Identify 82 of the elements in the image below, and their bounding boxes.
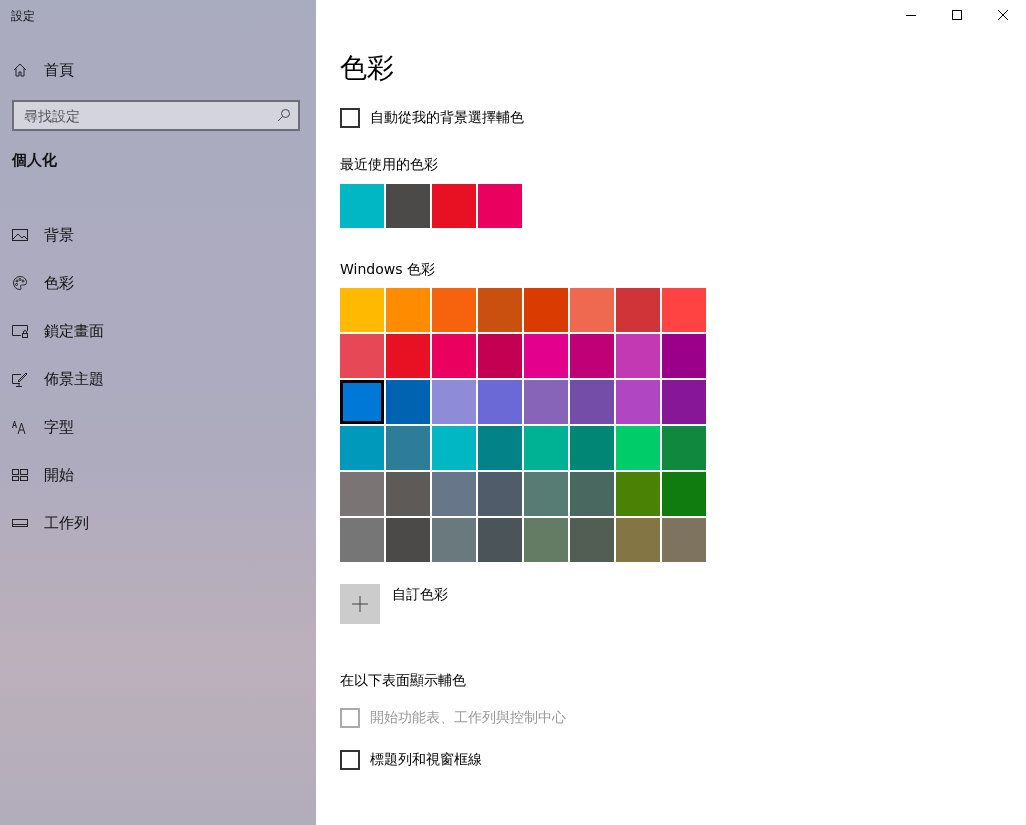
color-swatch[interactable] [524, 334, 568, 378]
color-swatch[interactable] [662, 334, 706, 378]
add-color-button[interactable] [340, 584, 380, 624]
color-swatch[interactable] [524, 518, 568, 562]
color-swatch[interactable] [616, 334, 660, 378]
maximize-icon [952, 10, 962, 20]
color-swatch[interactable] [432, 472, 476, 516]
color-swatch[interactable] [570, 288, 614, 332]
custom-color-label[interactable]: 自訂色彩 [392, 584, 448, 604]
color-swatch[interactable] [386, 184, 430, 228]
color-swatch[interactable] [340, 380, 384, 424]
color-swatch[interactable] [662, 380, 706, 424]
color-swatch[interactable] [386, 334, 430, 378]
color-swatch[interactable] [524, 380, 568, 424]
color-swatch[interactable] [432, 334, 476, 378]
section-heading: 最近使用的色彩 [340, 156, 438, 174]
color-swatch[interactable] [478, 518, 522, 562]
color-swatch[interactable] [432, 426, 476, 470]
search-field[interactable]: 尋找設定 [12, 100, 300, 131]
color-swatch[interactable] [478, 184, 522, 228]
color-swatch[interactable] [386, 472, 430, 516]
color-swatch[interactable] [340, 472, 384, 516]
color-swatch[interactable] [386, 518, 430, 562]
color-swatch[interactable] [340, 518, 384, 562]
plus-icon [352, 596, 368, 612]
color-swatch[interactable] [340, 184, 384, 228]
sidebar-item[interactable]: 開始 [0, 451, 316, 499]
sidebar-item[interactable]: 鎖定畫面 [0, 307, 316, 355]
section-heading: 個人化 [10, 150, 58, 171]
color-swatch[interactable] [662, 426, 706, 470]
section-heading: 在以下表面顯示輔色 [340, 672, 466, 690]
screen-lock-icon [12, 323, 28, 339]
color-swatch[interactable] [616, 518, 660, 562]
color-swatch[interactable] [478, 426, 522, 470]
sidebar-item[interactable]: 背景 [0, 211, 316, 259]
checkbox-option[interactable]: 標題列和視窗框線 [340, 750, 482, 770]
color-swatch[interactable] [616, 426, 660, 470]
color-swatch[interactable] [340, 288, 384, 332]
home-nav-item[interactable]: 首頁 [0, 46, 316, 94]
color-swatch[interactable] [340, 426, 384, 470]
color-swatch[interactable] [432, 518, 476, 562]
color-swatch[interactable] [662, 518, 706, 562]
color-swatch[interactable] [524, 472, 568, 516]
palette-icon [12, 275, 28, 291]
color-swatch[interactable] [662, 472, 706, 516]
color-swatch[interactable] [432, 288, 476, 332]
color-swatch[interactable] [432, 380, 476, 424]
color-swatch[interactable] [616, 288, 660, 332]
window-title: 設定 [10, 8, 36, 25]
color-swatch[interactable] [662, 288, 706, 332]
monitor-brush-icon [12, 371, 28, 387]
tiles-icon [12, 467, 28, 483]
color-swatch[interactable] [478, 472, 522, 516]
color-swatch[interactable] [616, 380, 660, 424]
page-title: 色彩 [340, 51, 394, 85]
sidebar-item[interactable]: 字型 [0, 403, 316, 451]
color-swatch[interactable] [478, 288, 522, 332]
color-swatch[interactable] [570, 472, 614, 516]
home-icon [12, 62, 28, 78]
color-swatch[interactable] [570, 518, 614, 562]
sidebar-item[interactable]: 佈景主題 [0, 355, 316, 403]
color-swatch[interactable] [524, 426, 568, 470]
color-swatch[interactable] [616, 472, 660, 516]
section-heading: Windows 色彩 [340, 261, 435, 279]
color-swatch[interactable] [570, 380, 614, 424]
checkbox-option[interactable]: 自動從我的背景選擇輔色 [340, 108, 524, 128]
close-icon [998, 10, 1008, 20]
sidebar-item[interactable]: 色彩 [0, 259, 316, 307]
color-swatch[interactable] [524, 288, 568, 332]
color-swatch[interactable] [478, 334, 522, 378]
sidebar-item[interactable]: 工作列 [0, 499, 316, 547]
color-swatch[interactable] [386, 380, 430, 424]
font-icon [12, 419, 28, 435]
color-swatch[interactable] [478, 380, 522, 424]
color-swatch[interactable] [340, 334, 384, 378]
color-swatch[interactable] [432, 184, 476, 228]
color-swatch[interactable] [570, 334, 614, 378]
search-icon [277, 108, 291, 122]
color-swatch[interactable] [570, 426, 614, 470]
color-swatch[interactable] [386, 426, 430, 470]
picture-icon [12, 227, 28, 243]
color-swatch[interactable] [386, 288, 430, 332]
